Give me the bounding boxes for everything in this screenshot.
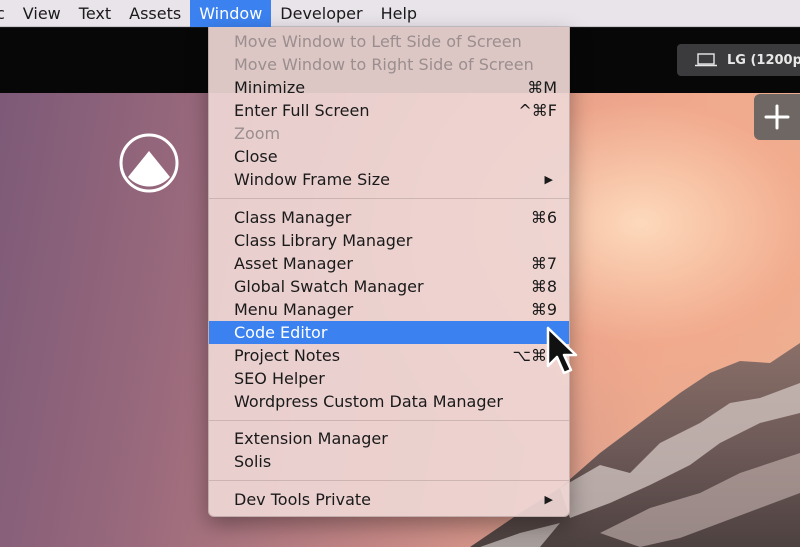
add-button[interactable] bbox=[754, 94, 800, 140]
menu-item-seo-helper[interactable]: SEO Helper bbox=[209, 367, 569, 390]
shortcut-label: ⌥⌘ bbox=[512, 346, 547, 365]
menu-text[interactable]: Text bbox=[70, 0, 120, 27]
menu-item-move-left[interactable]: Move Window to Left Side of Screen bbox=[209, 30, 569, 53]
menu-view[interactable]: View bbox=[14, 0, 70, 27]
shortcut-label: ⌘M bbox=[527, 78, 557, 97]
menu-help[interactable]: Help bbox=[372, 0, 426, 27]
window-menu: Move Window to Left Side of Screen Move … bbox=[208, 27, 570, 517]
device-size-button[interactable]: LG (1200px bbox=[677, 44, 800, 76]
menu-item-class-library-manager[interactable]: Class Library Manager bbox=[209, 229, 569, 252]
menu-separator bbox=[209, 480, 569, 481]
menu-app[interactable]: c bbox=[0, 0, 14, 27]
menu-item-asset-manager[interactable]: Asset Manager ⌘7 bbox=[209, 252, 569, 275]
app-logo-icon bbox=[119, 133, 179, 193]
shortcut-label: ⌘8 bbox=[530, 277, 557, 296]
menu-item-zoom[interactable]: Zoom bbox=[209, 122, 569, 145]
shortcut-label: ⌘9 bbox=[530, 300, 557, 319]
menu-item-menu-manager[interactable]: Menu Manager ⌘9 bbox=[209, 298, 569, 321]
shortcut-label: ^⌘F bbox=[518, 101, 557, 120]
menu-item-project-notes[interactable]: Project Notes ⌥⌘ bbox=[209, 344, 569, 367]
device-size-label: LG (1200px bbox=[727, 52, 800, 68]
menu-item-class-manager[interactable]: Class Manager ⌘6 bbox=[209, 206, 569, 229]
menu-item-wordpress-custom-data-manager[interactable]: Wordpress Custom Data Manager bbox=[209, 390, 569, 413]
menu-assets[interactable]: Assets bbox=[120, 0, 190, 27]
shortcut-label: ⌘7 bbox=[530, 254, 557, 273]
menu-bar: c View Text Assets Window Developer Help bbox=[0, 0, 800, 27]
menu-item-solis[interactable]: Solis bbox=[209, 450, 569, 473]
menu-window[interactable]: Window bbox=[190, 0, 272, 27]
menu-item-full-screen[interactable]: Enter Full Screen ^⌘F bbox=[209, 99, 569, 122]
menu-item-window-frame-size[interactable]: Window Frame Size ▶ bbox=[209, 168, 569, 191]
menu-item-minimize[interactable]: Minimize ⌘M bbox=[209, 76, 569, 99]
menu-separator bbox=[209, 420, 569, 421]
menu-developer[interactable]: Developer bbox=[271, 0, 371, 27]
submenu-arrow-icon: ▶ bbox=[544, 493, 553, 506]
menu-item-extension-manager[interactable]: Extension Manager bbox=[209, 427, 569, 450]
menu-item-dev-tools-private[interactable]: Dev Tools Private ▶ bbox=[209, 488, 569, 511]
menu-separator bbox=[209, 198, 569, 199]
menu-item-global-swatch-manager[interactable]: Global Swatch Manager ⌘8 bbox=[209, 275, 569, 298]
laptop-icon bbox=[695, 53, 717, 67]
plus-icon bbox=[764, 104, 790, 130]
submenu-arrow-icon: ▶ bbox=[544, 173, 553, 186]
mouse-pointer-icon bbox=[546, 326, 578, 375]
menu-item-close[interactable]: Close bbox=[209, 145, 569, 168]
menu-item-code-editor[interactable]: Code Editor bbox=[209, 321, 569, 344]
shortcut-label: ⌘6 bbox=[530, 208, 557, 227]
menu-item-move-right[interactable]: Move Window to Right Side of Screen bbox=[209, 53, 569, 76]
